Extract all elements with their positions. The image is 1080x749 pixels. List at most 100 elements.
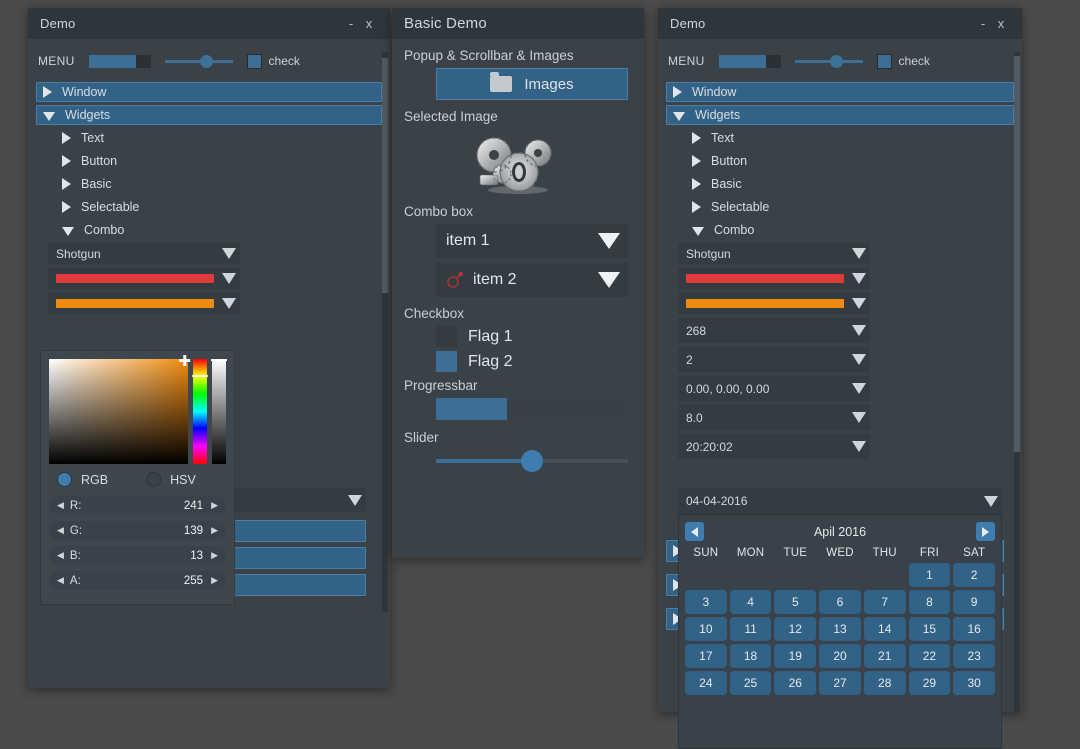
combo-weapon[interactable]: Shotgun [48, 243, 240, 264]
chevron-down-icon[interactable] [852, 412, 866, 423]
calendar-day[interactable]: 6 [819, 590, 861, 614]
tree-item-combo[interactable]: Combo [36, 220, 382, 240]
calendar-day[interactable]: 9 [953, 590, 995, 614]
chevron-down-icon[interactable] [852, 354, 866, 365]
radio-hsv[interactable]: HSV [146, 472, 196, 487]
calendar-day[interactable]: 27 [819, 671, 861, 695]
chevron-right-icon[interactable] [62, 155, 71, 167]
chevron-right-icon[interactable] [62, 178, 71, 190]
menubar-slider[interactable] [165, 55, 233, 68]
spinner-r[interactable]: ◀ R: 241 ▶ [49, 496, 226, 515]
combo-item-2[interactable]: item 2 [436, 263, 628, 297]
menubar-progressbar[interactable] [89, 55, 151, 68]
chevron-down-icon[interactable] [43, 112, 55, 121]
right-titlebar[interactable]: Demo - x [658, 8, 1022, 39]
tree-item-button[interactable]: Button [666, 151, 1014, 171]
tree-item-text[interactable]: Text [666, 128, 1014, 148]
combo-time[interactable]: 20:20:02 [678, 434, 870, 459]
left-demo-window[interactable]: Demo - x MENU check Window [28, 8, 390, 688]
calendar-day[interactable]: 15 [909, 617, 951, 641]
increment-arrow-icon[interactable]: ▶ [211, 575, 218, 586]
calendar-day[interactable]: 10 [685, 617, 727, 641]
tree-item-combo[interactable]: Combo [666, 220, 1014, 240]
color-picker-popup[interactable]: ✚ RGB [40, 350, 235, 605]
chevron-down-icon[interactable] [852, 248, 866, 259]
menu-label[interactable]: MENU [668, 54, 705, 68]
tree-item-window[interactable]: Window [36, 82, 382, 102]
color-mode-radios[interactable]: RGB HSV [49, 472, 226, 487]
chevron-down-icon[interactable] [598, 272, 620, 288]
combo-color-orange[interactable] [678, 293, 870, 314]
combo-color-red[interactable] [48, 268, 240, 289]
tree-item-basic[interactable]: Basic [36, 174, 382, 194]
tree-item-widgets[interactable]: Widgets [666, 105, 1014, 125]
flag-1-checkbox[interactable]: Flag 1 [436, 326, 644, 347]
calendar-day[interactable]: 7 [864, 590, 906, 614]
chevron-down-icon[interactable] [62, 227, 74, 236]
chevron-right-icon[interactable] [62, 201, 71, 213]
calendar-day[interactable]: 23 [953, 644, 995, 668]
radio-rgb[interactable]: RGB [57, 472, 108, 487]
calendar-day[interactable]: 26 [774, 671, 816, 695]
calendar-day[interactable]: 19 [774, 644, 816, 668]
calendar-day[interactable]: 20 [819, 644, 861, 668]
spinner-a[interactable]: ◀ A: 255 ▶ [49, 571, 226, 590]
spinner-value[interactable]: 241 [81, 500, 203, 512]
tree-item-selectable[interactable]: Selectable [36, 197, 382, 217]
checkbox-box[interactable] [877, 54, 892, 69]
decrement-arrow-icon[interactable]: ◀ [57, 575, 64, 586]
increment-arrow-icon[interactable]: ▶ [211, 500, 218, 511]
chevron-down-icon[interactable] [222, 298, 236, 309]
chevron-down-icon[interactable] [348, 495, 362, 506]
spinner-value[interactable]: 255 [81, 575, 203, 587]
calendar-day[interactable]: 12 [774, 617, 816, 641]
chevron-right-icon[interactable] [673, 86, 682, 98]
close-button[interactable]: x [992, 16, 1010, 31]
combo-color-orange[interactable] [48, 293, 240, 314]
radio-dot-icon[interactable] [57, 472, 72, 487]
menubar-checkbox[interactable]: check [247, 54, 300, 69]
menubar-checkbox[interactable]: check [877, 54, 930, 69]
prev-month-button[interactable] [685, 522, 704, 541]
menubar-progressbar[interactable] [719, 55, 781, 68]
chevron-down-icon[interactable] [852, 383, 866, 394]
right-demo-window[interactable]: Demo - x MENU check Window [658, 8, 1022, 712]
saturation-value-area[interactable]: ✚ [49, 359, 188, 464]
combo-int[interactable]: 268 [678, 318, 870, 343]
calendar-day[interactable]: 14 [864, 617, 906, 641]
calendar-day[interactable]: 22 [909, 644, 951, 668]
menu-label[interactable]: MENU [38, 54, 75, 68]
minimize-button[interactable]: - [974, 16, 992, 31]
combo-item-1[interactable]: item 1 [436, 224, 628, 258]
chevron-right-icon[interactable] [62, 132, 71, 144]
chevron-right-icon[interactable] [43, 86, 52, 98]
chevron-down-icon[interactable] [852, 298, 866, 309]
hue-bar[interactable] [193, 359, 207, 464]
calendar-grid[interactable]: 1234567891011121314151617181920212223242… [685, 563, 995, 695]
calendar-day[interactable]: 30 [953, 671, 995, 695]
minimize-button[interactable]: - [342, 16, 360, 31]
menubar-slider[interactable] [795, 55, 863, 68]
basic-demo-window[interactable]: Basic Demo Popup & Scrollbar & Images Im… [392, 8, 644, 558]
middle-titlebar[interactable]: Basic Demo [392, 8, 644, 39]
close-button[interactable]: x [360, 16, 378, 31]
calendar-day[interactable]: 8 [909, 590, 951, 614]
next-month-button[interactable] [976, 522, 995, 541]
calendar-day[interactable]: 3 [685, 590, 727, 614]
value-bar[interactable] [212, 359, 226, 464]
increment-arrow-icon[interactable]: ▶ [211, 525, 218, 536]
chevron-down-icon[interactable] [673, 112, 685, 121]
calendar-day[interactable]: 25 [730, 671, 772, 695]
combo-date[interactable]: 04-04-2016 [678, 488, 1002, 514]
chevron-right-icon[interactable] [692, 155, 701, 167]
combo-int-2[interactable]: 2 [678, 347, 870, 372]
calendar-day[interactable]: 16 [953, 617, 995, 641]
combo-float[interactable]: 8.0 [678, 405, 870, 430]
calendar-day[interactable]: 2 [953, 563, 995, 587]
decrement-arrow-icon[interactable]: ◀ [57, 500, 64, 511]
chevron-down-icon[interactable] [222, 248, 236, 259]
combo-color-red[interactable] [678, 268, 870, 289]
spinner-g[interactable]: ◀ G: 139 ▶ [49, 521, 226, 540]
increment-arrow-icon[interactable]: ▶ [211, 550, 218, 561]
left-titlebar[interactable]: Demo - x [28, 8, 390, 39]
